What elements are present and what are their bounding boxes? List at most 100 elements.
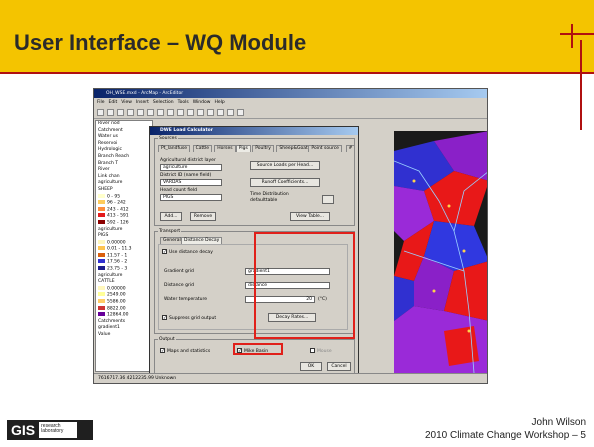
toc-item[interactable]: Value [96,332,152,339]
distance-grid-label: Distance grid [164,283,194,288]
cancel-button[interactable]: Cancel [327,362,351,371]
view-table-button[interactable]: View Table... [290,212,330,221]
toc-item[interactable]: 0.00000 [96,239,152,247]
ok-button[interactable]: OK [300,362,322,371]
copy-icon[interactable] [147,109,154,116]
suppress-grid-checkbox[interactable]: ✓ Suppress grid output [162,315,216,321]
add-data-icon[interactable] [177,109,184,116]
identify-icon[interactable] [227,109,234,116]
undo-icon[interactable] [167,109,174,116]
district-id-select[interactable]: VARDAS [160,179,222,186]
toc-item[interactable]: 413 - 591 [96,213,152,220]
use-decay-checkbox[interactable]: ✓ Use distance decay [162,249,213,255]
new-icon[interactable] [97,109,104,116]
use-decay-check-icon: ✓ [162,249,167,255]
menu-item-file[interactable]: File [97,99,105,106]
tab-distance-decay[interactable]: Distance Decay [181,237,223,244]
district-layer-select[interactable]: agriculture [160,164,222,171]
remove-button[interactable]: Remove [190,212,216,221]
zoom-out-icon[interactable] [197,109,204,116]
toc-item[interactable]: 592 - 126 [96,219,152,227]
toc-item[interactable]: 8822.00 [96,305,152,313]
map-view[interactable] [393,131,487,374]
toc-label: 5586.00 [107,299,126,305]
menu-item-selection[interactable]: Selection [153,99,174,106]
tab-pigs[interactable]: Pigs [235,145,251,152]
logo-subtitle: research laboratory [39,422,78,438]
toc-item[interactable]: PIGS [96,233,152,240]
print-icon[interactable] [127,109,134,116]
toc-item[interactable]: 2549.00 [96,292,152,299]
full-extent-icon[interactable] [217,109,224,116]
toc-item[interactable]: agriculture [96,180,152,187]
catchment-polygon [444,326,479,366]
toc-item[interactable]: 96 - 242 [96,200,152,207]
menu-item-insert[interactable]: Insert [136,99,149,106]
toc-label: Water us [98,134,118,140]
toc-item[interactable]: 11.57 - 1 [96,252,152,260]
runoff-coefficients-button[interactable]: Runoff Coefficients... [250,178,320,187]
toc-item[interactable]: 0.01 - 11.3 [96,246,152,253]
corner-ornament-v [571,24,573,48]
logo-sub-line2: laboratory [41,428,64,434]
legend-swatch [98,239,105,244]
tab-sheep-goat[interactable]: Sheep&Goat [276,145,311,152]
toc-item[interactable]: River [96,167,152,174]
toc-item[interactable]: 12864.00 [96,312,152,319]
toc-item[interactable]: CATTLE [96,279,152,286]
water-temperature-label: Water temperature [164,297,208,302]
head-count-select[interactable]: PIGS [160,194,222,201]
tab-poultry[interactable]: Poultry [252,145,274,152]
use-decay-label: Use distance decay [169,250,213,255]
open-icon[interactable] [107,109,114,116]
toc-item[interactable]: gradient1 [96,325,152,332]
maps-statistics-checkbox[interactable]: ✓ Maps and statistics [160,348,210,354]
cut-icon[interactable] [137,109,144,116]
legend-swatch [98,292,105,297]
tab-horses[interactable]: Horses [214,145,236,152]
toc-label: agriculture [98,180,123,186]
mouse-checkbox[interactable]: Mouse [310,348,332,354]
toc-label: 96 - 242 [107,200,126,206]
toc-item[interactable]: Water us [96,134,152,141]
menu-item-tools[interactable]: Tools [178,99,189,106]
find-icon[interactable] [237,109,244,116]
toc-item[interactable]: 243 - 412 [96,206,152,214]
toc-item[interactable]: Hydrologic [96,147,152,154]
paste-icon[interactable] [157,109,164,116]
tab-point-source[interactable]: Point source [308,145,342,152]
time-distribution-button[interactable] [322,195,334,204]
menu-item-edit[interactable]: Edit [109,99,118,106]
toc-item[interactable]: River nod [96,121,152,128]
pan-icon[interactable] [207,109,214,116]
toc-item[interactable]: 5586.00 [96,299,152,306]
toc-label: 2549.00 [107,292,126,298]
menu-item-window[interactable]: Window [193,99,211,106]
menu-item-help[interactable]: Help [214,99,224,106]
tab-cattle[interactable]: Cattle [192,145,213,152]
toc-item[interactable]: 0.00000 [96,285,152,293]
toc-item[interactable]: 23.75 - 3 [96,266,152,273]
toc-label: 0.01 - 11.3 [107,246,132,252]
toc-item[interactable]: SHEEP [96,187,152,194]
source-loads-button[interactable]: Source Loads per Head... [250,161,320,170]
add-button[interactable]: Add... [160,212,182,221]
zoom-in-icon[interactable] [187,109,194,116]
dialog-title: DWE Load Calculator [150,127,358,135]
corner-ornament-h [560,33,594,35]
legend-swatch [98,246,105,251]
mike-basin-highlight [233,343,283,355]
toc-label: 12864.00 [107,312,129,318]
tab--[interactable]: # [345,145,356,152]
save-icon[interactable] [117,109,124,116]
menu-item-view[interactable]: View [121,99,132,106]
toc-item[interactable]: Branch Reach [96,154,152,161]
transport-label: Transport [158,229,182,234]
table-of-contents[interactable]: River nod Catchment Water us Reservoi Hydrol… [95,120,153,372]
toc-item[interactable]: 17.56 - 2 [96,259,152,266]
tab-pt-landfuse[interactable]: Pt_landfuse [158,145,190,152]
toc-label: CATTLE [98,279,115,285]
time-distribution-value: defaulttable [250,198,278,203]
district-id-label: District ID (name field) [160,173,212,178]
toc-item[interactable]: 0 - 95 [96,193,152,201]
